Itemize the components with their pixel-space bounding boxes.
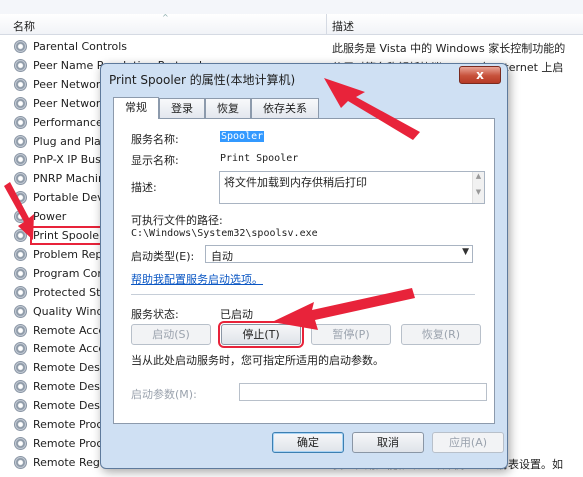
service-name-label: 服务名称: <box>131 133 179 146</box>
gear-icon <box>14 58 27 72</box>
start-params-label: 启动参数(M): <box>131 388 197 401</box>
start-params-input[interactable] <box>239 383 487 401</box>
gear-icon <box>14 266 27 280</box>
cancel-button[interactable]: 取消 <box>352 432 424 453</box>
service-name: Parental Controls <box>33 40 127 53</box>
status-value: 已启动 <box>220 308 253 321</box>
startup-type-value: 自动 <box>211 250 233 263</box>
sort-up-icon: ^ <box>162 13 169 22</box>
help-link[interactable]: 帮助我配置服务启动选项。 <box>131 271 263 287</box>
description-scrollbar[interactable]: ▲ ▼ <box>472 172 484 203</box>
dialog-title: Print Spooler 的属性(本地计算机) <box>109 73 296 87</box>
gear-icon <box>14 191 27 205</box>
startup-type-select[interactable]: 自动 ▼ <box>205 245 473 263</box>
service-name: Print Spooler <box>30 226 107 245</box>
gear-icon <box>14 153 27 167</box>
properties-dialog: Print Spooler 的属性(本地计算机) x 常规 登录 恢复 依存关系… <box>100 63 508 469</box>
display-name-label: 显示名称: <box>131 154 179 167</box>
top-strip <box>0 0 583 15</box>
gear-icon <box>14 436 27 450</box>
pause-button[interactable]: 暂停(P) <box>311 324 391 345</box>
services-header: 名称 ^ 描述 <box>0 13 583 35</box>
gear-icon <box>14 115 27 129</box>
gear-icon <box>14 399 27 413</box>
service-name-value[interactable]: Spooler <box>220 131 265 142</box>
service-description: 此服务是 Vista 中的 Windows 家长控制功能的 <box>332 42 566 55</box>
gear-icon <box>14 342 27 356</box>
stop-button[interactable]: 停止(T) <box>218 321 304 348</box>
apply-button[interactable]: 应用(A) <box>432 432 504 453</box>
status-label: 服务状态: <box>131 308 179 321</box>
general-panel: 服务名称: Spooler 显示名称: Print Spooler 描述: 将文… <box>113 118 495 424</box>
gear-icon <box>14 304 27 318</box>
tab-recovery[interactable]: 恢复 <box>205 98 251 118</box>
close-button[interactable]: x <box>459 66 501 84</box>
description-label: 描述: <box>131 181 157 194</box>
chevron-down-icon: ▼ <box>462 247 469 257</box>
column-separator[interactable] <box>326 14 327 34</box>
gear-icon <box>14 418 27 431</box>
gear-icon <box>14 229 27 242</box>
gear-icon <box>14 210 27 224</box>
close-icon: x <box>476 68 484 82</box>
gear-icon <box>14 96 27 110</box>
description-box[interactable]: 将文件加载到内存供稍后打印 ▲ ▼ <box>219 171 485 204</box>
service-name: Plug and Play <box>33 134 108 148</box>
service-name: Power <box>33 210 67 224</box>
description-value: 将文件加载到内存供稍后打印 <box>224 176 367 189</box>
start-button[interactable]: 启动(S) <box>131 324 211 345</box>
gear-icon <box>14 77 27 91</box>
gear-icon <box>14 455 27 469</box>
gear-icon <box>14 380 27 394</box>
path-value: C:\Windows\System32\spoolsv.exe <box>131 228 318 239</box>
tab-dependencies[interactable]: 依存关系 <box>251 98 319 118</box>
resume-button[interactable]: 恢复(R) <box>401 324 481 345</box>
gear-icon <box>14 172 27 186</box>
gear-icon <box>14 323 27 337</box>
name-column-header[interactable]: 名称 <box>13 18 35 34</box>
hint-text: 当从此处启动服务时，您可指定所适用的启动参数。 <box>131 354 384 367</box>
ok-button[interactable]: 确定 <box>272 432 344 453</box>
service-row[interactable]: Parental Controls 此服务是 Vista 中的 Windows 家… <box>0 37 583 56</box>
path-label: 可执行文件的路径: <box>131 214 223 227</box>
startup-type-label: 启动类型(E): <box>131 250 195 263</box>
tab-general[interactable]: 常规 <box>113 97 159 119</box>
divider <box>131 294 475 295</box>
gear-icon <box>14 40 27 53</box>
display-name-value[interactable]: Print Spooler <box>220 153 298 164</box>
description-column-header[interactable]: 描述 <box>332 18 354 34</box>
tab-logon[interactable]: 登录 <box>159 98 205 118</box>
gear-icon <box>14 285 27 299</box>
gear-icon <box>14 134 27 148</box>
gear-icon <box>14 361 27 375</box>
gear-icon <box>14 247 27 261</box>
